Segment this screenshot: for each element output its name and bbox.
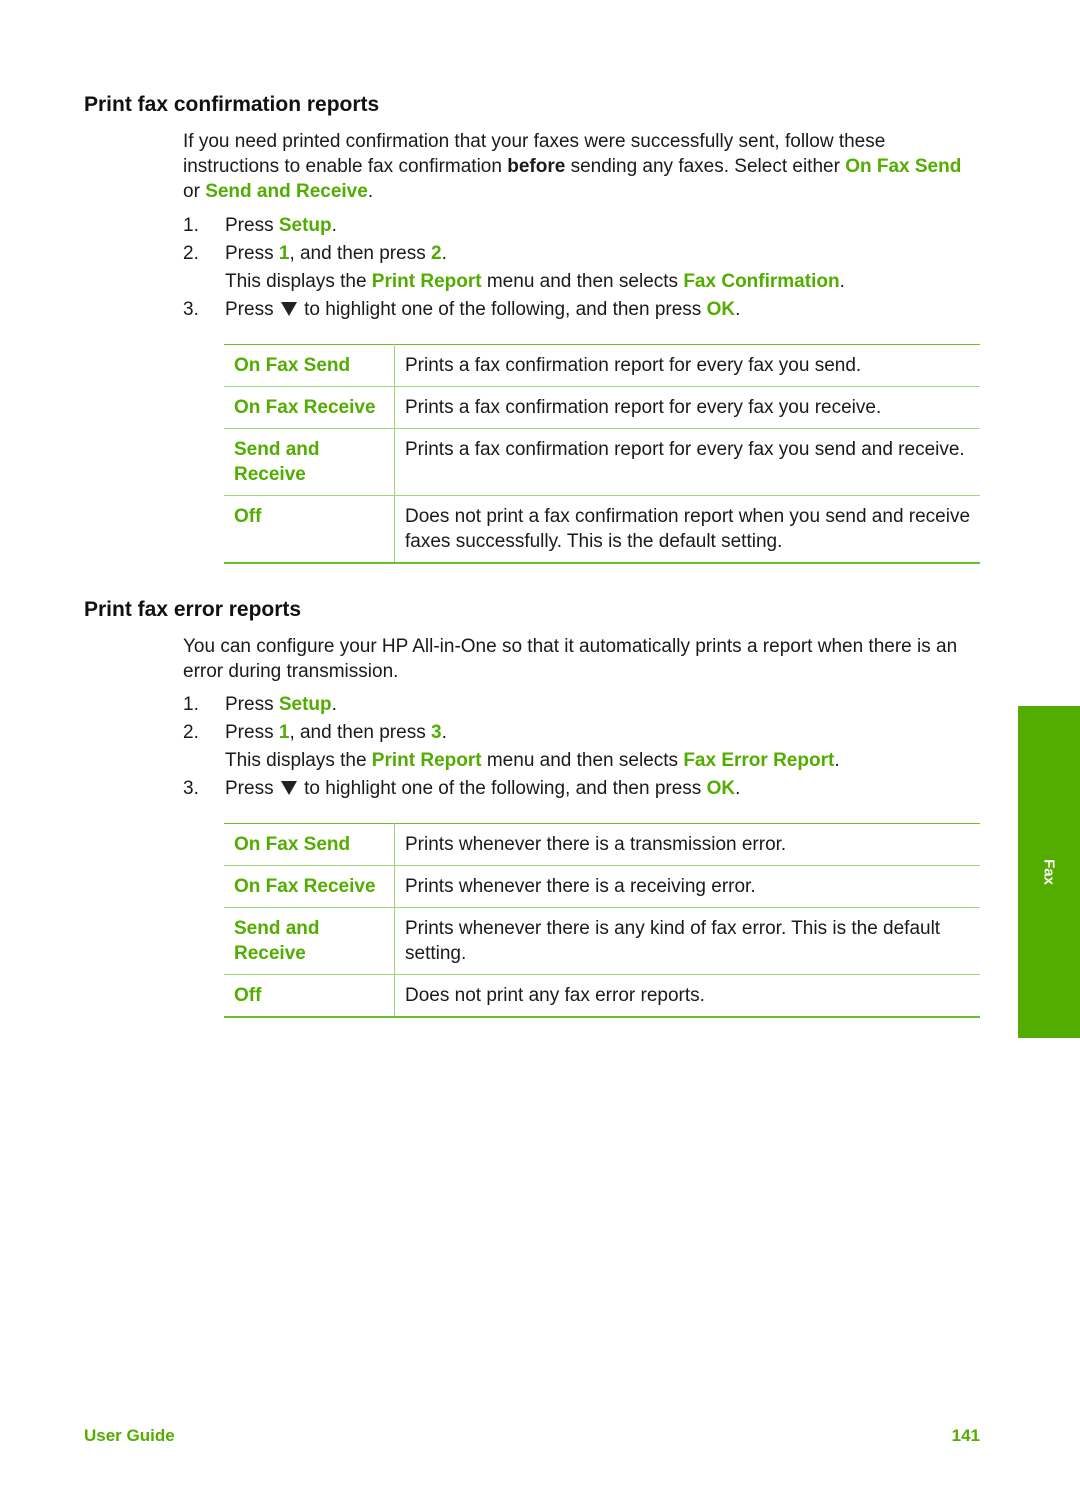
step-text: . [331,694,337,715]
table-row: Off Does not print a fax confirmation rep… [224,495,980,563]
intro-text: or [183,181,206,202]
step-text: to highlight one of the following, and t… [298,299,707,320]
option-name: On Fax Send [224,344,395,387]
step-number: 1. [183,694,199,715]
step-item: 1. Press Setup. [183,691,983,719]
step-text: . [331,215,337,236]
key-ok: OK [706,778,736,799]
option-name: Send and Receive [224,428,395,496]
option-description: Prints whenever there is a receiving err… [394,865,980,908]
option-name: On Fax Receive [224,386,395,429]
page-number: 141 [951,1426,980,1445]
table-row: Send and Receive Prints whenever there is… [224,907,980,975]
step-text: Press [225,778,279,799]
error-options-table: On Fax Send Prints whenever there is a tr… [224,823,980,1018]
step-number: 2. [183,722,199,743]
step-item: 1. Press Setup. [183,212,983,240]
step-note: menu and then selects [481,750,684,771]
down-arrow-icon [280,781,297,795]
step-number: 3. [183,778,199,799]
menu-item-fax-confirmation: Fax Confirmation [683,271,840,292]
table-row: On Fax Receive Prints a fax confirmation … [224,386,980,429]
error-intro: You can configure your HP All-in-One so … [183,636,958,682]
step-number: 2. [183,243,199,264]
step-text: Press [225,299,279,320]
confirmation-options-table: On Fax Send Prints a fax confirmation rep… [224,344,980,564]
step-text: . [735,299,741,320]
chapter-side-tab: Fax [1018,706,1080,1038]
option-description: Prints whenever there is any kind of fax… [394,907,980,975]
step-item: 3. Press to highlight one of the followin… [183,775,983,803]
menu-item-fax-error-report: Fax Error Report [683,750,835,771]
step-text: . [441,722,447,743]
key-1: 1 [278,722,290,743]
error-steps: 1. Press Setup. 2. Press 1, and then press… [183,691,983,803]
step-text: Press [225,215,279,236]
table-row: On Fax Receive Prints whenever there is a… [224,865,980,908]
step-number: 1. [183,215,199,236]
option-description: Does not print any fax error reports. [394,974,980,1017]
menu-print-report: Print Report [371,750,482,771]
section-heading-error: Print fax error reports [84,598,302,621]
step-note: menu and then selects [481,271,684,292]
key-setup: Setup [278,694,332,715]
section-heading-confirmation: Print fax confirmation reports [84,93,380,116]
table-row: On Fax Send Prints a fax confirmation rep… [224,344,980,387]
table-row: Send and Receive Prints a fax confirmatio… [224,428,980,496]
option-description: Prints a fax confirmation report for eve… [394,428,980,496]
table-row: Off Does not print any fax error reports. [224,974,980,1017]
key-setup: Setup [278,215,332,236]
menu-print-report: Print Report [371,271,482,292]
option-description: Does not print a fax confirmation report… [394,495,980,563]
step-item: 2. Press 1, and then press 2. This displa… [183,240,983,296]
confirmation-steps: 1. Press Setup. 2. Press 1, and then press… [183,212,983,324]
step-text: . [735,778,741,799]
table-row: On Fax Send Prints whenever there is a tr… [224,823,980,866]
step-note: . [839,271,845,292]
step-note: This displays the [225,271,372,292]
option-name: On Fax Send [224,823,395,866]
step-text: , and then press [289,243,431,264]
option-name: Off [224,974,395,1017]
step-text: . [441,243,447,264]
intro-text: sending any faxes. Select either [565,156,846,177]
key-3: 3 [430,722,442,743]
step-text: Press [225,694,279,715]
option-name: On Fax Receive [224,865,395,908]
option-description: Prints whenever there is a transmission … [405,834,787,855]
key-2: 2 [430,243,442,264]
footer-title: User Guide [84,1426,175,1445]
intro-text: . [367,181,374,202]
chapter-side-tab-label: Fax [1040,859,1058,885]
step-text: , and then press [289,722,431,743]
step-item: 3. Press to highlight one of the followin… [183,296,983,324]
down-arrow-icon [280,302,297,316]
step-number: 3. [183,299,199,320]
confirmation-intro: If you need printed confirmation that yo… [183,129,973,204]
step-text: to highlight one of the following, and t… [298,778,707,799]
intro-option-send-and-receive: Send and Receive [205,181,368,202]
key-1: 1 [278,243,290,264]
step-note: . [834,750,840,771]
intro-bold: before [507,156,566,177]
option-description: Prints a fax confirmation report for eve… [405,355,862,376]
step-text: Press [225,243,279,264]
option-name: Off [224,495,395,563]
option-name: Send and Receive [224,907,395,975]
intro-option-on-fax-send: On Fax Send [845,156,962,177]
key-ok: OK [706,299,736,320]
step-item: 2. Press 1, and then press 3. This displa… [183,719,983,775]
option-description: Prints a fax confirmation report for eve… [394,386,980,429]
step-text: Press [225,722,279,743]
step-note: This displays the [225,750,372,771]
